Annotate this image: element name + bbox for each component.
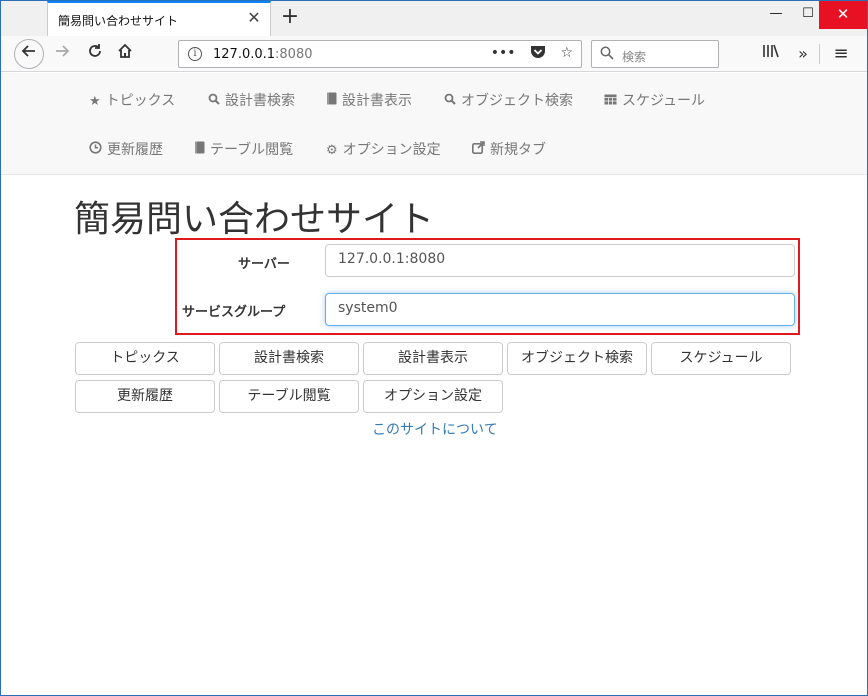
history-button[interactable]: 更新履歴	[75, 380, 215, 413]
star-icon: ★	[89, 94, 101, 109]
library-icon[interactable]	[757, 40, 785, 68]
page-title: 簡易問い合わせサイト	[74, 199, 435, 240]
nav-link-options[interactable]: ⚙ オプション設定	[326, 139, 441, 159]
nav-link-topics[interactable]: ★ トピックス	[89, 90, 175, 110]
reload-icon[interactable]	[81, 40, 109, 68]
url-actions: ••• ☆	[481, 45, 573, 61]
nav-link-label: オブジェクト検索	[461, 93, 573, 109]
service-group-input[interactable]: system0	[325, 293, 795, 326]
new-tab-button[interactable]: +	[277, 5, 303, 31]
back-arrow-icon[interactable]	[14, 39, 44, 69]
browser-tab[interactable]: 簡易問い合わせサイト ✕	[47, 1, 271, 36]
nav-link-schedule[interactable]: スケジュール	[604, 90, 705, 110]
nav-link-label: 設計書表示	[342, 93, 412, 109]
window-close-button[interactable]: ✕	[819, 1, 867, 29]
hamburger-menu-icon[interactable]: ≡	[827, 40, 855, 68]
nav-link-label: トピックス	[105, 93, 176, 109]
toolbar-divider	[819, 44, 820, 64]
gear-icon: ⚙	[326, 143, 338, 158]
home-icon[interactable]	[111, 40, 139, 68]
url-port: :8080	[275, 47, 313, 62]
tab-title: 簡易問い合わせサイト	[58, 14, 179, 28]
nav-link-label: スケジュール	[622, 93, 706, 109]
url-text: 127.0.0.1:8080	[213, 47, 313, 62]
pocket-icon[interactable]	[530, 45, 550, 61]
tab-strip: 簡易問い合わせサイト ✕ + — ☐ ✕	[1, 1, 867, 36]
more-icon[interactable]: •••	[491, 45, 516, 61]
url-host: 127.0.0.1	[213, 47, 276, 62]
options-button[interactable]: オプション設定	[363, 380, 503, 413]
nav-link-label: オプション設定	[342, 142, 441, 158]
about-site-link[interactable]: このサイトについて	[372, 419, 498, 439]
calendar-icon	[604, 94, 617, 109]
nav-link-design-search[interactable]: 設計書検索	[208, 90, 295, 110]
browser-window: 簡易問い合わせサイト ✕ + — ☐ ✕ i 127.0.0.1:8080 ••…	[0, 0, 868, 696]
book-icon	[194, 141, 205, 158]
external-link-icon	[472, 141, 485, 158]
schedule-button[interactable]: スケジュール	[651, 342, 791, 375]
object-search-button[interactable]: オブジェクト検索	[507, 342, 647, 375]
url-bar[interactable]: i 127.0.0.1:8080 ••• ☆	[178, 40, 582, 68]
nav-link-object-search[interactable]: オブジェクト検索	[444, 90, 573, 110]
search-icon	[208, 93, 220, 109]
forward-arrow-icon[interactable]	[48, 40, 76, 68]
nav-link-history[interactable]: 更新履歴	[89, 139, 163, 159]
service-group-label: サービスグループ	[182, 305, 286, 320]
info-icon[interactable]: i	[188, 47, 202, 61]
search-icon	[600, 46, 614, 64]
browser-toolbar: i 127.0.0.1:8080 ••• ☆ 検索 » ≡	[1, 36, 867, 72]
search-bar[interactable]: 検索	[591, 40, 719, 68]
nav-link-table-view[interactable]: テーブル閲覧	[194, 139, 293, 159]
topics-button[interactable]: トピックス	[75, 342, 215, 375]
tab-close-icon[interactable]: ✕	[246, 9, 262, 27]
server-input[interactable]: 127.0.0.1:8080	[325, 244, 795, 277]
table-view-button[interactable]: テーブル閲覧	[219, 380, 359, 413]
nav-link-label: 新規タブ	[490, 142, 546, 158]
nav-link-new-tab[interactable]: 新規タブ	[472, 139, 546, 159]
nav-link-label: 設計書検索	[225, 93, 295, 109]
nav-link-design-view[interactable]: 設計書表示	[326, 90, 412, 110]
design-view-button[interactable]: 設計書表示	[363, 342, 503, 375]
nav-link-label: 更新履歴	[107, 142, 163, 158]
clock-icon	[89, 141, 102, 158]
overflow-icon[interactable]: »	[789, 40, 817, 68]
star-icon[interactable]: ☆	[560, 45, 573, 61]
server-label: サーバー	[238, 257, 290, 272]
site-navbar: ★ トピックス 設計書検索 設計書表示 オブジェクト検索 スケジュール 更新履歴 …	[1, 73, 867, 175]
search-icon	[444, 93, 456, 109]
search-placeholder: 検索	[622, 50, 647, 64]
design-search-button[interactable]: 設計書検索	[219, 342, 359, 375]
nav-link-label: テーブル閲覧	[210, 142, 294, 158]
book-icon	[326, 92, 337, 109]
